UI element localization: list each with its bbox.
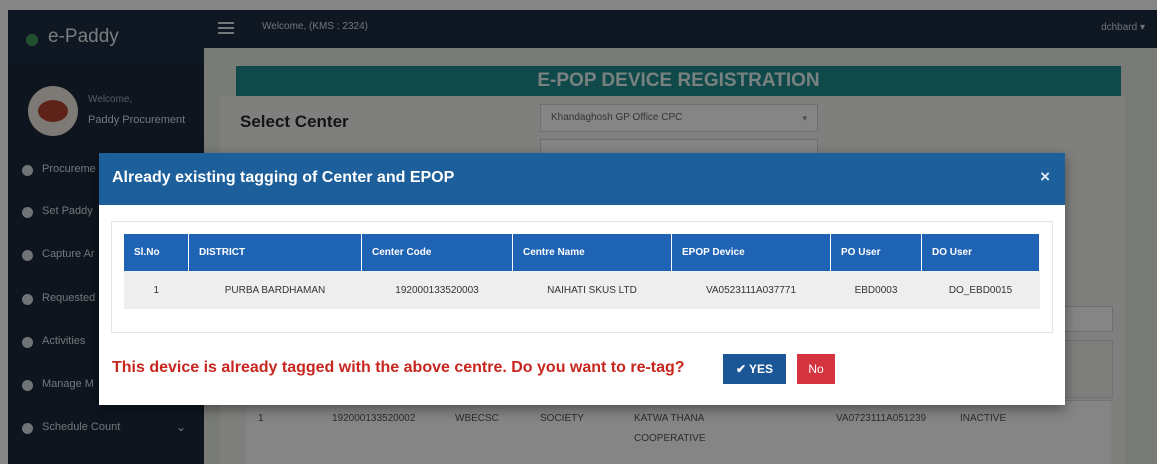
column-header: Sl.No <box>124 234 189 271</box>
table-cell: DO_EBD0015 <box>921 271 1040 309</box>
table-cell: NAIHATI SKUS LTD <box>512 271 672 309</box>
column-header: EPOP Device <box>671 234 831 271</box>
table-cell: VA0523111A037771 <box>671 271 831 309</box>
table-cell: PURBA BARDHAMAN <box>188 271 362 309</box>
column-header: DISTRICT <box>188 234 362 271</box>
tagging-table: Sl.No DISTRICT Center Code Centre Name E… <box>124 234 1040 309</box>
retag-warning-message: This device is already tagged with the a… <box>112 359 685 376</box>
table-cell: EBD0003 <box>830 271 922 309</box>
column-header: PO User <box>830 234 922 271</box>
existing-tagging-dialog: Already existing tagging of Center and E… <box>99 153 1065 405</box>
yes-button-label: YES <box>749 362 774 376</box>
dialog-title: Already existing tagging of Center and E… <box>112 169 455 186</box>
column-header: Center Code <box>361 234 513 271</box>
close-icon[interactable]: × <box>1040 167 1050 187</box>
yes-button[interactable]: ✔ YES <box>723 354 786 384</box>
no-button[interactable]: No <box>797 354 835 384</box>
table-row: 1 PURBA BARDHAMAN 192000133520003 NAIHAT… <box>124 271 1040 309</box>
dialog-header: Already existing tagging of Center and E… <box>99 153 1065 205</box>
tagging-table-container: Sl.No DISTRICT Center Code Centre Name E… <box>111 221 1053 333</box>
table-cell: 1 <box>124 271 189 309</box>
table-cell: 192000133520003 <box>361 271 513 309</box>
check-icon: ✔ <box>735 362 747 376</box>
table-header-row: Sl.No DISTRICT Center Code Centre Name E… <box>124 234 1040 271</box>
column-header: DO User <box>921 234 1040 271</box>
column-header: Centre Name <box>512 234 672 271</box>
